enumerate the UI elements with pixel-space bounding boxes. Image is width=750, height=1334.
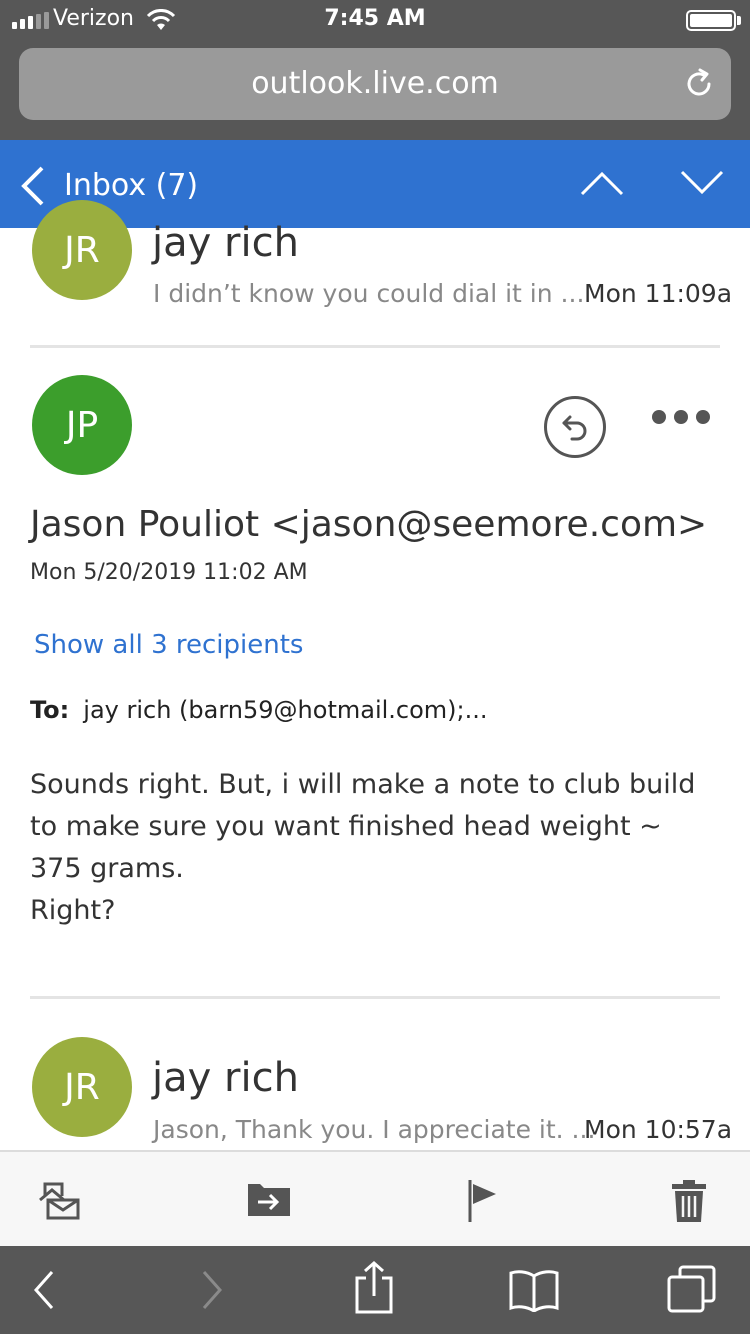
chevron-left-icon[interactable]	[18, 166, 46, 206]
chevron-up-icon[interactable]	[580, 170, 624, 196]
avatar: JR	[32, 1037, 132, 1137]
battery-tip	[737, 16, 741, 25]
body-paragraph: Right?	[30, 895, 116, 926]
reload-icon[interactable]	[683, 68, 715, 100]
mark-read-icon[interactable]	[36, 1178, 82, 1222]
message-action-bar	[0, 1150, 750, 1246]
sender-from[interactable]: Jason Pouliot <jason@seemore.com>	[30, 504, 707, 545]
inbox-back-link[interactable]: Inbox (7)	[64, 168, 198, 203]
to-recipients[interactable]: jay rich (barn59@hotmail.com);...	[83, 696, 487, 724]
url-bar[interactable]: outlook.live.com	[19, 48, 731, 120]
battery-icon	[686, 10, 736, 31]
flag-icon[interactable]	[466, 1178, 500, 1222]
clock: 7:45 AM	[324, 6, 426, 31]
chevron-down-icon[interactable]	[680, 170, 724, 196]
bookmarks-icon[interactable]	[508, 1268, 560, 1312]
to-line: To: jay rich (barn59@hotmail.com);...	[30, 696, 488, 724]
reply-button[interactable]	[544, 396, 606, 458]
divider	[30, 996, 720, 999]
body-paragraph: Sounds right. But, i will make a note to…	[30, 769, 696, 884]
avatar: JR	[32, 200, 132, 300]
message-preview[interactable]: I didn’t know you could dial it in ...	[153, 279, 584, 308]
move-icon[interactable]	[246, 1178, 292, 1218]
tabs-icon[interactable]	[666, 1264, 718, 1314]
show-recipients-link[interactable]: Show all 3 recipients	[34, 630, 303, 660]
browser-toolbar	[0, 1246, 750, 1334]
sender-name[interactable]: jay rich	[152, 1055, 299, 1101]
message-preview[interactable]: Jason, Thank you. I appreciate it. ...	[153, 1115, 595, 1144]
trash-icon[interactable]	[670, 1178, 708, 1222]
reply-icon	[562, 415, 587, 441]
status-bar: Verizon 7:45 AM	[0, 0, 750, 40]
message-date: Mon 11:09a	[584, 279, 733, 308]
share-icon[interactable]	[354, 1260, 394, 1314]
url-text: outlook.live.com	[251, 66, 499, 101]
avatar: JP	[32, 375, 132, 475]
message-date: Mon 10:57a	[584, 1115, 733, 1144]
sent-date: Mon 5/20/2019 11:02 AM	[30, 560, 308, 585]
message-body: Sounds right. But, i will make a note to…	[30, 764, 720, 932]
forward-icon[interactable]	[198, 1268, 226, 1312]
sender-name[interactable]: jay rich	[152, 220, 299, 266]
back-icon[interactable]	[30, 1268, 58, 1312]
to-label: To:	[30, 696, 70, 724]
divider	[30, 345, 720, 348]
browser-chrome-top: Verizon 7:45 AM outlook.live.com	[0, 0, 750, 140]
more-icon[interactable]	[652, 410, 710, 424]
